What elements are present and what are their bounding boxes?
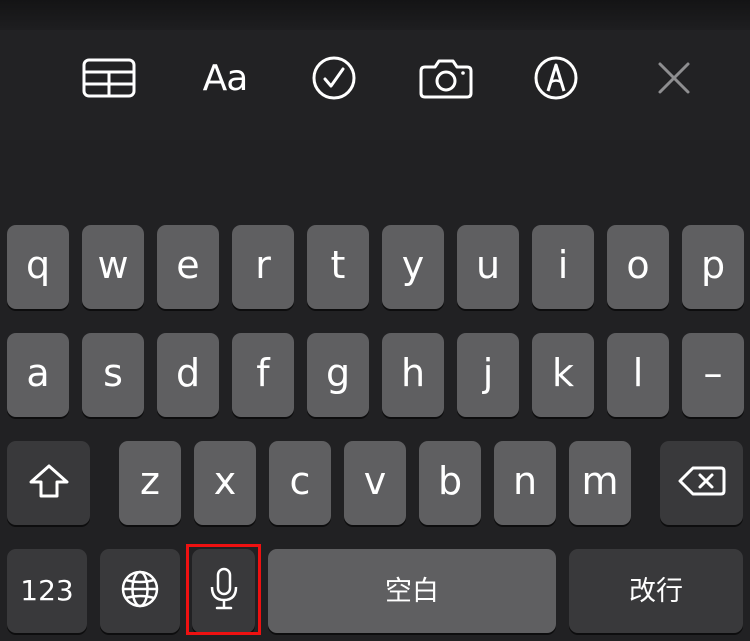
dictation-key[interactable] [192, 549, 255, 633]
key-dash[interactable]: – [682, 333, 744, 417]
key-n[interactable]: n [494, 441, 556, 525]
key-t[interactable]: t [307, 225, 369, 309]
shift-key[interactable] [7, 441, 90, 525]
return-key[interactable]: 改行 [569, 549, 743, 633]
shift-icon [29, 464, 68, 498]
key-e[interactable]: e [157, 225, 219, 309]
checklist-icon [312, 56, 356, 100]
key-r[interactable]: r [232, 225, 294, 309]
camera-icon [419, 59, 473, 99]
globe-key[interactable] [100, 549, 180, 633]
camera-button[interactable] [418, 54, 474, 102]
key-j[interactable]: j [457, 333, 519, 417]
close-icon [658, 62, 690, 94]
key-w[interactable]: w [82, 225, 144, 309]
checklist-button[interactable] [306, 54, 362, 102]
text-format-icon: Aa [202, 57, 249, 99]
notes-keyboard-screen: Aa q w e r t y u i o p a s d f g h j k l… [0, 0, 750, 641]
table-button[interactable] [81, 54, 137, 102]
key-u[interactable]: u [457, 225, 519, 309]
globe-icon [121, 570, 159, 608]
key-g[interactable]: g [307, 333, 369, 417]
numbers-key[interactable]: 123 [7, 549, 87, 633]
table-icon [82, 58, 136, 98]
key-a[interactable]: a [7, 333, 69, 417]
key-l[interactable]: l [607, 333, 669, 417]
markup-pen-icon [534, 56, 578, 100]
markup-button[interactable] [528, 54, 584, 102]
key-o[interactable]: o [607, 225, 669, 309]
key-m[interactable]: m [569, 441, 631, 525]
key-v[interactable]: v [344, 441, 406, 525]
key-x[interactable]: x [194, 441, 256, 525]
key-p[interactable]: p [682, 225, 744, 309]
key-y[interactable]: y [382, 225, 444, 309]
key-z[interactable]: z [119, 441, 181, 525]
key-s[interactable]: s [82, 333, 144, 417]
delete-icon [678, 466, 725, 496]
close-toolbar-button[interactable] [646, 54, 702, 102]
key-f[interactable]: f [232, 333, 294, 417]
note-content-edge [0, 0, 750, 30]
space-key[interactable]: 空白 [268, 549, 556, 633]
key-d[interactable]: d [157, 333, 219, 417]
key-b[interactable]: b [419, 441, 481, 525]
text-format-button[interactable]: Aa [197, 54, 253, 102]
key-i[interactable]: i [532, 225, 594, 309]
key-k[interactable]: k [532, 333, 594, 417]
key-h[interactable]: h [382, 333, 444, 417]
notes-format-toolbar: Aa [0, 30, 750, 140]
key-q[interactable]: q [7, 225, 69, 309]
delete-key[interactable] [660, 441, 743, 525]
microphone-icon [210, 567, 237, 610]
key-c[interactable]: c [269, 441, 331, 525]
